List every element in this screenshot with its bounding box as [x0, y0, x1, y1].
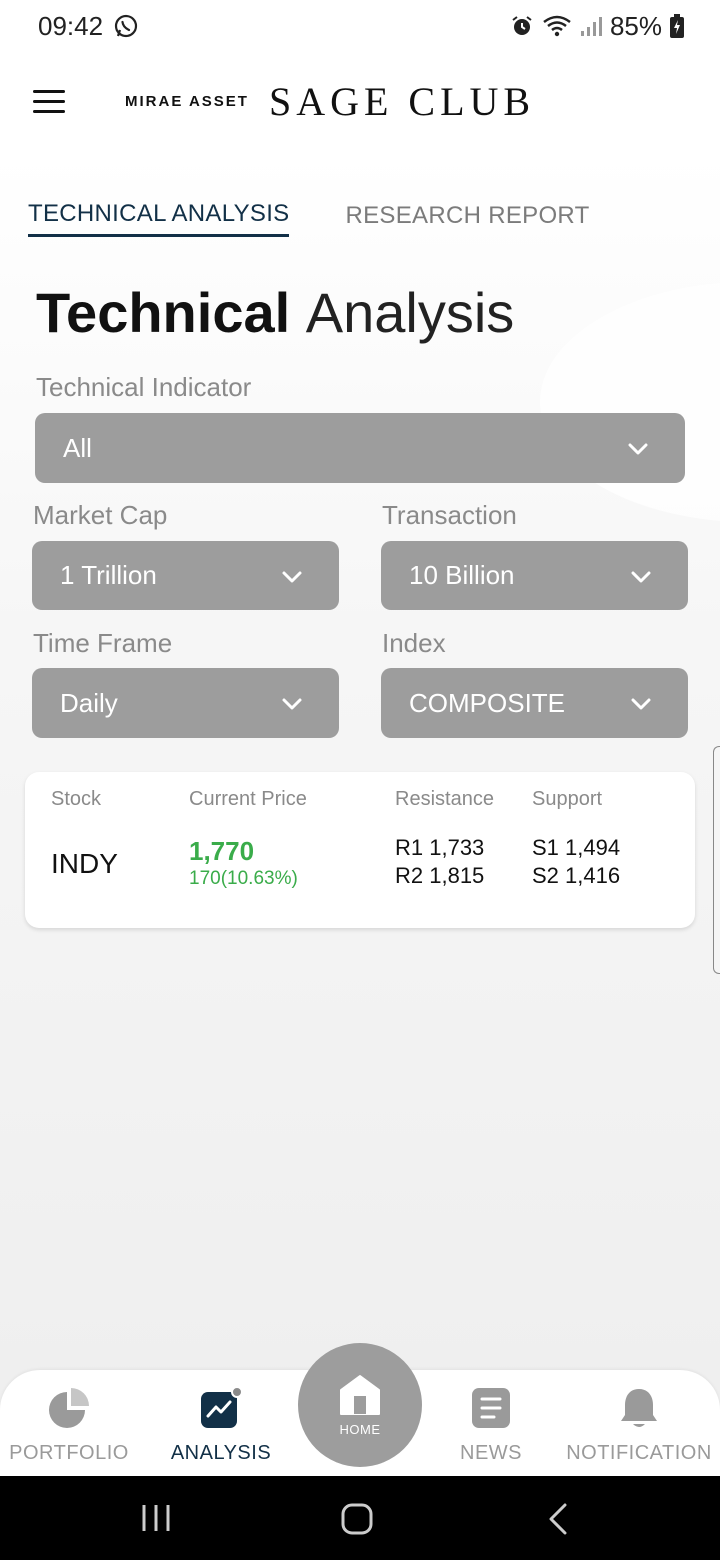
tab-research-report[interactable]: RESEARCH REPORT [345, 202, 589, 237]
tab-technical-analysis[interactable]: TECHNICAL ANALYSIS [28, 200, 290, 237]
price-change: 170(10.63%) [189, 868, 298, 889]
transaction-label: Transaction [382, 500, 517, 530]
recent-apps-icon[interactable] [140, 1502, 172, 1534]
chevron-down-icon [631, 698, 651, 710]
market-cap-label: Market Cap [33, 500, 168, 530]
time-frame-label: Time Frame [33, 628, 173, 658]
status-right: 85% [510, 11, 684, 42]
home-system-icon[interactable] [340, 1502, 374, 1536]
market-cap-select[interactable]: 1 Trillion [32, 541, 339, 610]
header-support: Support [532, 788, 603, 810]
home-button[interactable]: HOME [298, 1343, 422, 1467]
analysis-chart-icon [201, 1386, 243, 1428]
current-price: 1,770 [189, 836, 255, 866]
nav-analysis[interactable]: ANALYSIS [171, 1386, 271, 1465]
page-title-bold: Technical [36, 281, 291, 344]
news-icon [472, 1388, 510, 1428]
stock-ticker: INDY [51, 848, 118, 879]
signal-icon [580, 17, 602, 36]
battery-charging-icon [670, 14, 684, 38]
tab-bar: TECHNICAL ANALYSIS RESEARCH REPORT [28, 200, 590, 237]
brand-logo: MIRAE ASSET SAGE CLUB [125, 78, 535, 125]
index-value: COMPOSITE [409, 687, 566, 718]
nav-news-label: NEWS [460, 1442, 522, 1464]
pie-chart-icon [49, 1388, 89, 1428]
header-current-price: Current Price [189, 788, 307, 810]
nav-notification-label: NOTIFICATION [566, 1442, 712, 1464]
page-title-light: Analysis [305, 281, 515, 344]
system-nav-bar [0, 1476, 720, 1560]
nav-portfolio-label: PORTFOLIO [9, 1442, 129, 1464]
home-icon [340, 1374, 380, 1415]
status-bar: 09:42 85% [0, 0, 720, 52]
header-resistance: Resistance [395, 788, 494, 810]
status-time: 09:42 [38, 10, 104, 41]
technical-indicator-select[interactable]: All [35, 413, 685, 483]
app-header: MIRAE ASSET SAGE CLUB [0, 52, 720, 152]
status-left: 09:42 [38, 11, 139, 42]
menu-icon[interactable] [33, 90, 65, 114]
chevron-down-icon [628, 443, 648, 455]
nav-notification[interactable]: NOTIFICATION [566, 1386, 711, 1465]
bell-icon [621, 1389, 657, 1427]
technical-indicator-label: Technical Indicator [36, 372, 252, 402]
chevron-down-icon [282, 571, 302, 582]
index-select[interactable]: COMPOSITE [381, 668, 688, 738]
technical-indicator-value: All [63, 432, 92, 463]
transaction-select[interactable]: 10 Billion [381, 541, 688, 610]
nav-analysis-label: ANALYSIS [170, 1442, 272, 1464]
index-label: Index [382, 628, 446, 658]
support-2: S2 1,416 [532, 863, 621, 888]
header-stock: Stock [51, 788, 102, 810]
battery-percent: 85% [609, 10, 662, 41]
page-title: Technical Analysis [36, 280, 514, 345]
transaction-value: 10 Billion [409, 560, 515, 590]
time-frame-value: Daily [60, 687, 118, 718]
home-label: HOME [339, 1421, 381, 1437]
market-cap-value: 1 Trillion [60, 560, 157, 590]
alarm-icon [512, 16, 532, 35]
wifi-icon [543, 15, 571, 37]
resistance-1: R1 1,733 [395, 835, 485, 860]
time-frame-select[interactable]: Daily [32, 668, 339, 738]
side-drawer-handle[interactable] [713, 746, 720, 974]
resistance-2: R2 1,815 [395, 863, 485, 888]
decorative-circle [540, 282, 720, 522]
brand-title: SAGE CLUB [268, 79, 536, 124]
support-1: S1 1,494 [532, 835, 621, 860]
nav-portfolio[interactable]: PORTFOLIO [9, 1386, 128, 1465]
chevron-down-icon [631, 571, 651, 582]
nav-news[interactable]: NEWS [460, 1386, 522, 1465]
brand-small-text: MIRAE ASSET [125, 93, 249, 110]
back-icon[interactable] [545, 1502, 571, 1536]
chevron-down-icon [282, 698, 302, 710]
stock-result-card[interactable]: Stock Current Price Resistance Support I… [25, 772, 695, 928]
whatsapp-icon [114, 14, 138, 38]
